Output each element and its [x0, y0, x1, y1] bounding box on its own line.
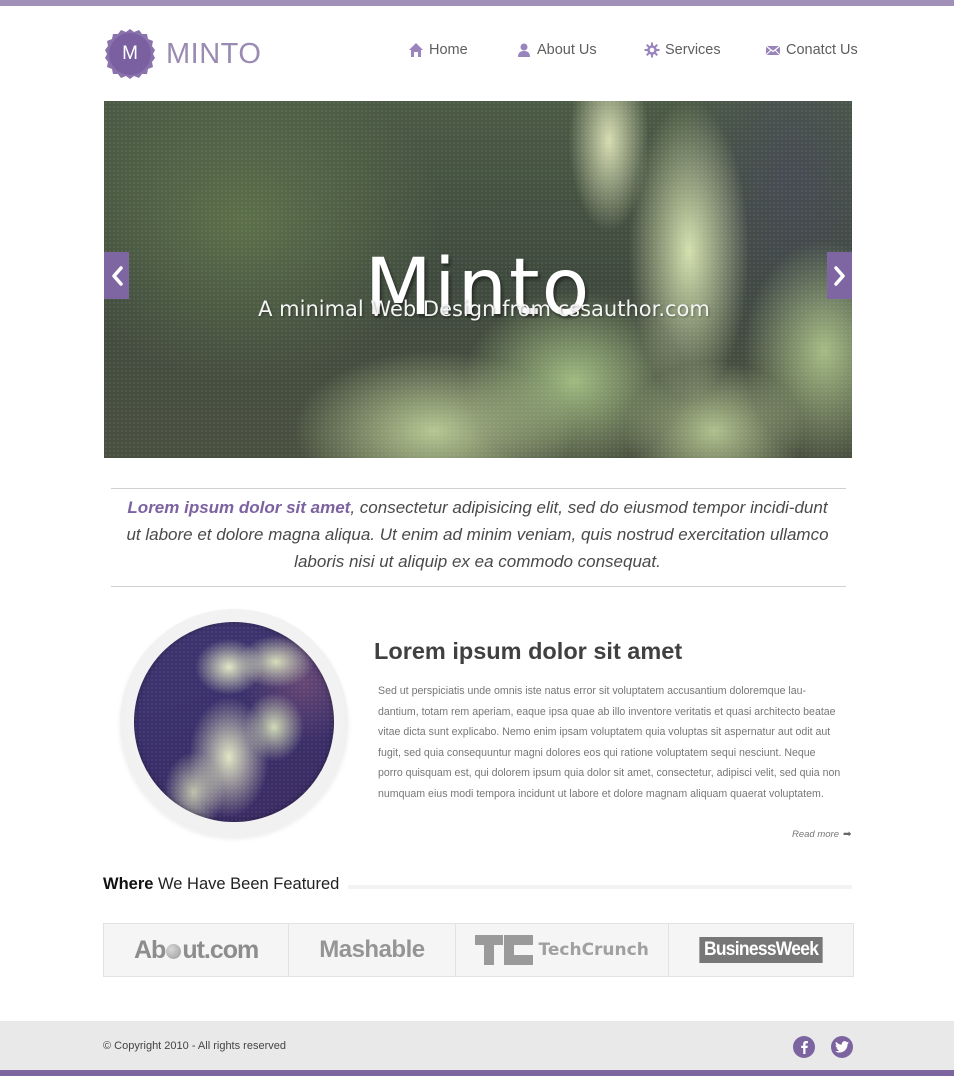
logo-about-com[interactable]: Ab ut.com: [104, 924, 290, 976]
facebook-icon: [801, 1041, 808, 1054]
top-accent-bar: [0, 0, 954, 6]
home-icon: [408, 42, 424, 58]
featured-logos: Ab ut.com Mashable TechCrunch BusinessWee…: [103, 923, 854, 977]
techcrunch-text: TechCrunch: [538, 940, 649, 960]
featured-heading-rest: We Have Been Featured: [153, 875, 340, 893]
twitter-icon: [835, 1041, 849, 1053]
read-more-link[interactable]: Read more ➡: [792, 829, 851, 840]
tc-mark-icon: [474, 935, 533, 965]
techcrunch-logo: TechCrunch: [474, 935, 649, 965]
twitter-button[interactable]: [831, 1036, 853, 1058]
arrow-right-icon: ➡: [843, 829, 852, 840]
nav-label: Home: [429, 42, 468, 58]
bottom-accent-bar: [0, 1070, 954, 1076]
gear-icon: [644, 42, 660, 58]
facebook-button[interactable]: [793, 1036, 815, 1058]
chevron-left-icon: [111, 265, 123, 286]
intro-highlight: Lorem ipsum dolor sit amet: [127, 498, 351, 517]
main-nav: Home About Us Services Conatct Us: [0, 42, 954, 66]
featured-heading-bold: Where: [103, 875, 154, 893]
divider-bottom: [111, 586, 846, 587]
read-more-label: Read more: [792, 829, 839, 840]
feature-body: Sed ut perspiciatis unde omnis iste natu…: [378, 685, 841, 800]
featured-heading: Where We Have Been Featured: [103, 875, 339, 894]
copyright-text: © Copyright 2010 - All rights reserved: [103, 1040, 286, 1052]
featured-divider: [348, 885, 852, 889]
chevron-right-icon: [833, 265, 845, 286]
nav-label: About Us: [537, 42, 597, 58]
nav-item-about-us[interactable]: About Us: [516, 42, 597, 58]
nav-label: Services: [665, 42, 721, 58]
hero-subtitle: A minimal Web Design from cssauthor.com: [258, 297, 710, 321]
feature-image-frame: [120, 609, 348, 837]
envelope-icon: [765, 42, 781, 58]
logo-techcrunch[interactable]: TechCrunch: [456, 924, 669, 976]
feature-image: [134, 622, 334, 822]
mashable-logo: Mashable: [319, 936, 425, 963]
hero-slider: Minto A minimal Web Design from cssautho…: [104, 101, 852, 458]
globe-icon: [166, 943, 182, 959]
logo-businessweek[interactable]: BusinessWeek: [669, 924, 853, 976]
slider-prev-button[interactable]: [104, 252, 129, 299]
nav-item-services[interactable]: Services: [644, 42, 721, 58]
businessweek-logo: BusinessWeek: [699, 937, 823, 963]
logo-mashable[interactable]: Mashable: [289, 924, 456, 976]
nav-label: Conatct Us: [786, 42, 858, 58]
nav-item-contact-us[interactable]: Conatct Us: [765, 42, 858, 58]
about-com-logo: Ab ut.com: [133, 935, 259, 964]
slider-next-button[interactable]: [827, 252, 852, 299]
intro-text: Lorem ipsum dolor sit amet, consectetur …: [120, 494, 835, 575]
user-icon: [516, 42, 532, 58]
nav-item-home[interactable]: Home: [408, 42, 468, 58]
divider-top: [111, 488, 846, 489]
feature-title: Lorem ipsum dolor sit amet: [374, 638, 683, 664]
